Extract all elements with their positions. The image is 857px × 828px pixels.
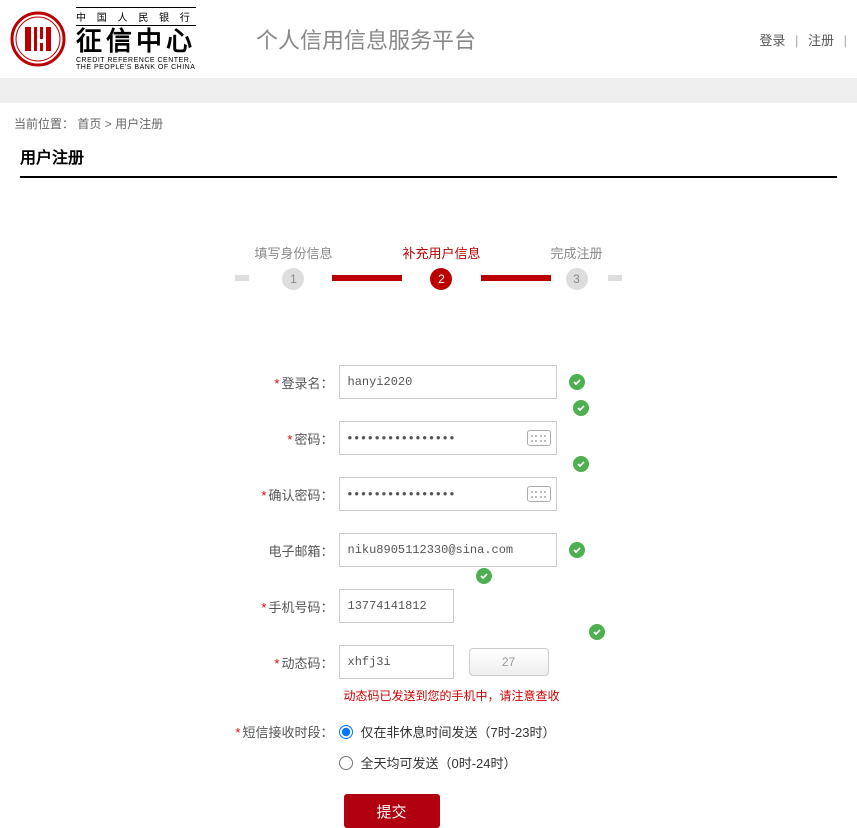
captcha-field[interactable] (339, 645, 454, 679)
sms-opt1-radio[interactable] (339, 725, 353, 739)
step3-circle: 3 (566, 268, 588, 290)
breadcrumb-home[interactable]: 首页 (77, 117, 101, 131)
step1-label: 填写身份信息 (254, 243, 332, 262)
gray-bar (0, 78, 857, 103)
page-title: 用户注册 (20, 144, 837, 178)
sep: | (795, 33, 798, 48)
step1-circle: 1 (282, 268, 304, 290)
submit-button[interactable]: 提交 (344, 794, 440, 828)
phone-label: 手机号码： (268, 600, 333, 615)
seal-icon (10, 11, 66, 67)
sms-opt2-label: 全天均可发送（0时-24时） (361, 753, 517, 772)
breadcrumb: 当前位置： 首页 > 用户注册 (0, 103, 857, 144)
username-field[interactable] (339, 365, 557, 399)
captcha-hint: 动态码已发送到您的手机中，请注意查收 (344, 687, 739, 704)
captcha-label: 动态码： (281, 656, 333, 671)
register-link[interactable]: 注册 (808, 33, 834, 48)
breadcrumb-prefix: 当前位置： (14, 117, 74, 131)
header-links: 登录 | 注册 | (753, 30, 847, 49)
breadcrumb-sep: > (105, 117, 115, 131)
platform-title: 个人信用信息服务平台 (256, 23, 476, 55)
register-form: *登录名： *密码： *确认密码： 电子邮箱： (119, 365, 739, 828)
password-field[interactable] (339, 421, 557, 455)
username-label: 登录名： (281, 376, 333, 391)
org-top-text: 中 国 人 民 银 行 (76, 7, 196, 26)
sms-opt2-radio[interactable] (339, 756, 353, 770)
check-icon (589, 624, 605, 640)
org-en2: THE PEOPLE'S BANK OF CHINA (76, 64, 196, 71)
org-en1: CREDIT REFERENCE CENTER, (76, 57, 196, 64)
resend-captcha-button[interactable]: 27 (469, 648, 549, 676)
check-icon (573, 400, 589, 416)
sms-opt1-label: 仅在非休息时间发送（7时-23时） (361, 722, 556, 741)
sep: | (844, 33, 847, 48)
login-link[interactable]: 登录 (759, 33, 785, 48)
password-label: 密码： (294, 432, 333, 447)
phone-field[interactable] (339, 589, 454, 623)
header: 中 国 人 民 银 行 征信中心 CREDIT REFERENCE CENTER… (0, 0, 857, 78)
check-icon (569, 374, 585, 390)
sms-opt1-item[interactable]: 仅在非休息时间发送（7时-23时） (339, 722, 556, 741)
check-icon (476, 568, 492, 584)
confirm-password-field[interactable] (339, 477, 557, 511)
email-label: 电子邮箱： (268, 544, 333, 559)
email-field[interactable] (339, 533, 557, 567)
keyboard-icon[interactable] (527, 486, 551, 502)
check-icon (569, 542, 585, 558)
step2-label: 补充用户信息 (402, 243, 480, 262)
step3-label: 完成注册 (551, 243, 603, 262)
keyboard-icon[interactable] (527, 430, 551, 446)
logo-block: 中 国 人 民 银 行 征信中心 CREDIT REFERENCE CENTER… (10, 7, 196, 71)
sms-time-label: 短信接收时段： (242, 725, 333, 740)
breadcrumb-current: 用户注册 (115, 117, 163, 131)
steps-indicator: 填写身份信息 1 补充用户信息 2 完成注册 3 (0, 243, 857, 290)
org-main-text: 征信中心 (76, 26, 196, 57)
confirm-label: 确认密码： (268, 488, 333, 503)
check-icon (573, 456, 589, 472)
sms-opt2-item[interactable]: 全天均可发送（0时-24时） (339, 753, 556, 772)
step2-circle: 2 (430, 268, 452, 290)
